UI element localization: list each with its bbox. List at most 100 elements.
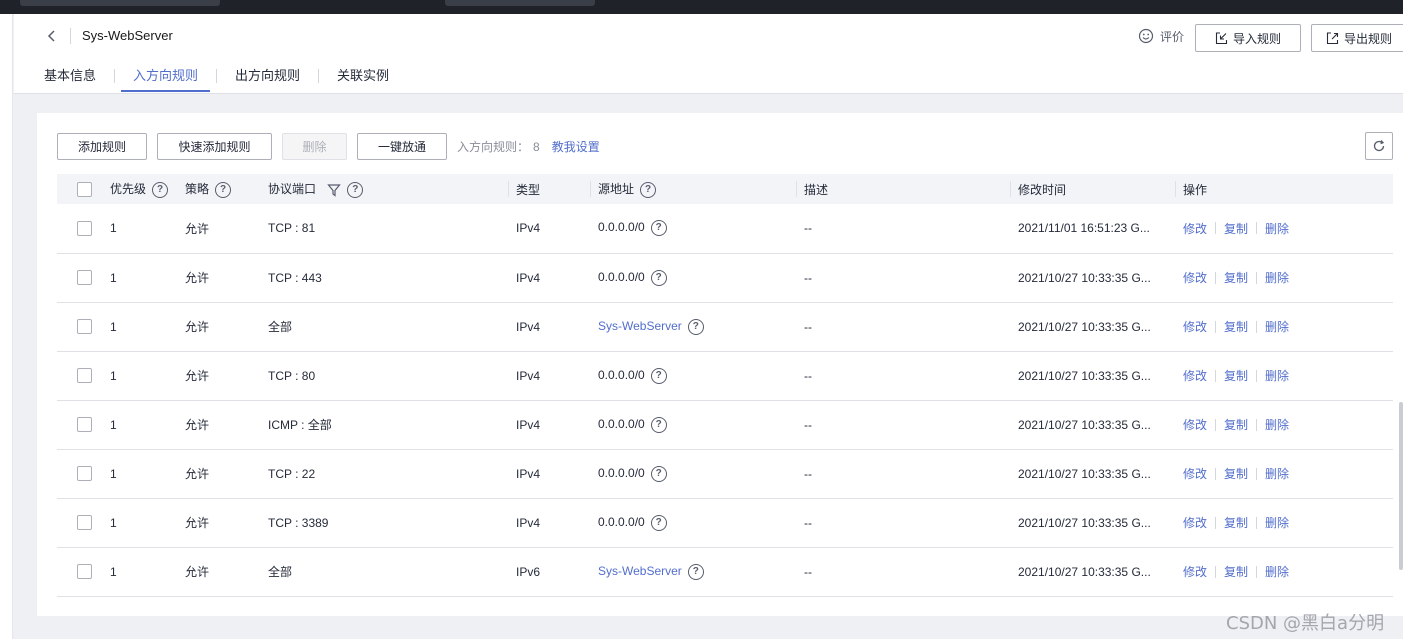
copy-rule-link[interactable]: 复制: [1224, 563, 1248, 580]
row-checkbox[interactable]: [77, 220, 92, 236]
tab-basic-info[interactable]: 基本信息: [32, 66, 108, 92]
copy-rule-link[interactable]: 复制: [1224, 269, 1248, 286]
tab-associated-instances[interactable]: 关联实例: [325, 66, 401, 92]
tab-inbound-rules[interactable]: 入方向规则: [121, 66, 211, 92]
rate-button[interactable]: 评价: [1138, 27, 1184, 45]
delete-rule-link[interactable]: 删除: [1265, 465, 1289, 482]
row-checkbox[interactable]: [77, 417, 92, 433]
delete-rule-link[interactable]: 删除: [1265, 367, 1289, 384]
question-circle-icon[interactable]: ?: [640, 181, 657, 198]
question-circle-icon[interactable]: ?: [650, 367, 667, 384]
top-bar-segment: [445, 0, 595, 6]
column-separator: [796, 181, 797, 197]
copy-rule-link[interactable]: 复制: [1224, 465, 1248, 482]
edit-rule-link[interactable]: 修改: [1183, 220, 1207, 237]
filter-icon[interactable]: [327, 183, 342, 197]
action-separator: [1256, 516, 1258, 529]
action-separator: [1215, 418, 1217, 431]
cell-type: IPv4: [516, 319, 541, 334]
row-checkbox[interactable]: [77, 368, 92, 384]
cell-protocol-port: 全部: [268, 320, 293, 334]
one-click-allow-button[interactable]: 一键放通: [357, 132, 447, 160]
cell-priority: 1: [110, 221, 117, 236]
refresh-button[interactable]: [1365, 132, 1393, 160]
scrollbar[interactable]: [1399, 402, 1403, 570]
table-body: 1 允许 TCP : 81 IPv4 0.0.0.0/0? -- 2021/11…: [57, 204, 1393, 596]
select-all-checkbox[interactable]: [77, 181, 92, 197]
question-circle-icon[interactable]: ?: [650, 220, 667, 237]
rate-label: 评价: [1160, 29, 1185, 44]
cell-modified: 2021/10/27 10:33:35 G...: [1018, 564, 1151, 579]
column-header-protocol-port: 协议端口: [268, 182, 317, 197]
cell-policy: 允许: [185, 369, 210, 383]
copy-rule-link[interactable]: 复制: [1224, 220, 1248, 237]
top-bar-segment: [20, 0, 220, 6]
cell-source[interactable]: Sys-WebServer: [598, 564, 682, 578]
delete-rules-button[interactable]: 删除: [282, 132, 347, 160]
cell-type: IPv4: [516, 515, 541, 530]
cell-type: IPv6: [516, 564, 541, 579]
cell-protocol-port: TCP : 443: [268, 270, 322, 285]
cell-source[interactable]: Sys-WebServer: [598, 319, 682, 333]
cell-type: IPv4: [516, 270, 541, 285]
question-circle-icon[interactable]: ?: [152, 181, 169, 198]
row-checkbox[interactable]: [77, 270, 92, 286]
cell-priority: 1: [110, 270, 117, 285]
question-circle-icon[interactable]: ?: [215, 181, 232, 198]
export-rules-button[interactable]: 导出规则: [1311, 24, 1403, 52]
column-separator: [1010, 181, 1011, 197]
cell-policy: 允许: [185, 565, 210, 579]
cell-protocol-port: 全部: [268, 565, 293, 579]
action-separator: [1215, 369, 1217, 382]
import-rules-button[interactable]: 导入规则: [1195, 24, 1301, 52]
delete-rule-link[interactable]: 删除: [1265, 269, 1289, 286]
back-button[interactable]: [44, 28, 60, 44]
question-circle-icon[interactable]: ?: [347, 181, 364, 198]
row-checkbox[interactable]: [77, 466, 92, 482]
delete-rule-link[interactable]: 删除: [1265, 416, 1289, 433]
cell-modified: 2021/10/27 10:33:35 G...: [1018, 515, 1151, 530]
cell-policy: 允许: [185, 467, 210, 481]
column-separator: [1175, 181, 1176, 197]
browser-top-bar: [0, 0, 1403, 14]
cell-source: 0.0.0.0/0: [598, 220, 645, 235]
question-circle-icon[interactable]: ?: [650, 514, 667, 531]
row-actions: 修改 复制 删除: [1183, 563, 1393, 580]
rules-card: 添加规则 快速添加规则 删除 一键放通 入方向规则： 8 教我设置 优先级? 策略…: [37, 113, 1403, 616]
smiley-icon: [1138, 28, 1154, 44]
delete-rule-link[interactable]: 删除: [1265, 514, 1289, 531]
edit-rule-link[interactable]: 修改: [1183, 367, 1207, 384]
action-separator: [1215, 271, 1217, 284]
question-circle-icon[interactable]: ?: [650, 416, 667, 433]
question-circle-icon[interactable]: ?: [687, 563, 704, 580]
copy-rule-link[interactable]: 复制: [1224, 514, 1248, 531]
copy-rule-link[interactable]: 复制: [1224, 416, 1248, 433]
question-circle-icon[interactable]: ?: [650, 465, 667, 482]
quick-add-rule-button[interactable]: 快速添加规则: [157, 132, 272, 160]
help-setup-link[interactable]: 教我设置: [552, 138, 600, 155]
delete-rule-link[interactable]: 删除: [1265, 563, 1289, 580]
edit-rule-link[interactable]: 修改: [1183, 269, 1207, 286]
edit-rule-link[interactable]: 修改: [1183, 465, 1207, 482]
table-header-row: 优先级? 策略? 协议端口 ? 类型 源地址? 描述 修改时间 操作: [57, 174, 1393, 204]
copy-rule-link[interactable]: 复制: [1224, 318, 1248, 335]
edit-rule-link[interactable]: 修改: [1183, 416, 1207, 433]
row-checkbox[interactable]: [77, 564, 92, 580]
delete-rule-link[interactable]: 删除: [1265, 220, 1289, 237]
add-rule-button[interactable]: 添加规则: [57, 132, 147, 160]
table-row: 1 允许 全部 IPv4 Sys-WebServer? -- 2021/10/2…: [57, 302, 1393, 351]
question-circle-icon[interactable]: ?: [650, 269, 667, 286]
delete-rule-link[interactable]: 删除: [1265, 318, 1289, 335]
tab-outbound-rules[interactable]: 出方向规则: [223, 66, 312, 92]
row-checkbox[interactable]: [77, 515, 92, 531]
copy-rule-link[interactable]: 复制: [1224, 367, 1248, 384]
question-circle-icon[interactable]: ?: [687, 318, 704, 335]
edit-rule-link[interactable]: 修改: [1183, 563, 1207, 580]
action-separator: [1256, 271, 1258, 284]
row-checkbox[interactable]: [77, 319, 92, 335]
edit-rule-link[interactable]: 修改: [1183, 514, 1207, 531]
row-actions: 修改 复制 删除: [1183, 220, 1393, 237]
column-separator: [590, 181, 591, 197]
edit-rule-link[interactable]: 修改: [1183, 318, 1207, 335]
action-separator: [1215, 222, 1217, 235]
